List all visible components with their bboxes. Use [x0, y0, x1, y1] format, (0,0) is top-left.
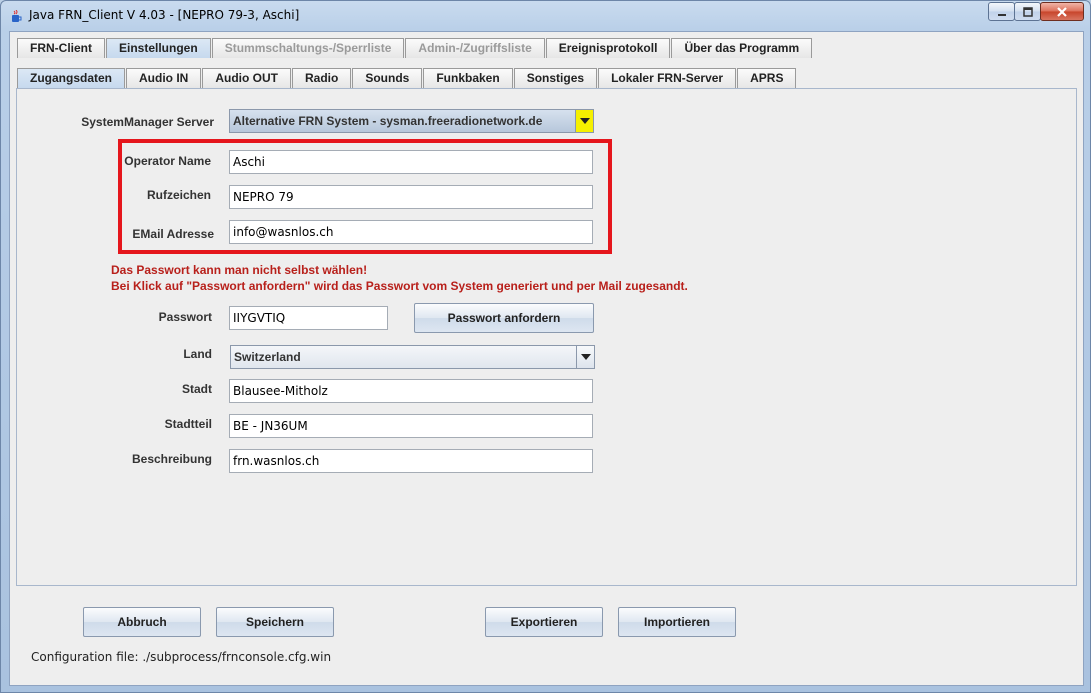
tab-lokaler-frn-server[interactable]: Lokaler FRN-Server — [598, 68, 737, 88]
tab-sounds[interactable]: Sounds — [352, 68, 423, 88]
description-label: Beschreibung — [131, 452, 212, 466]
client-area: FRN-Client Einstellungen Stummschaltungs… — [9, 31, 1084, 686]
app-window: Java FRN_Client V 4.03 - [NEPRO 79-3, As… — [0, 0, 1091, 693]
chevron-down-icon[interactable] — [576, 346, 594, 368]
password-label: Passwort — [158, 310, 212, 324]
city-label: Stadt — [182, 382, 212, 396]
export-button[interactable]: Exportieren — [485, 607, 603, 637]
password-field[interactable]: IIYGVTIQ — [229, 306, 388, 330]
country-label: Land — [183, 347, 212, 361]
tab-funkbaken[interactable]: Funkbaken — [423, 68, 513, 88]
chevron-down-icon[interactable] — [575, 110, 593, 132]
district-field[interactable]: BE - JN36UM — [229, 414, 593, 438]
tab-zugangsdaten[interactable]: Zugangsdaten — [17, 68, 126, 88]
tab-radio[interactable]: Radio — [292, 68, 352, 88]
settings-tab-bar: Zugangsdaten Audio IN Audio OUT Radio So… — [17, 68, 797, 89]
callsign-field[interactable]: NEPRO 79 — [229, 185, 593, 209]
tab-frn-client[interactable]: FRN-Client — [17, 38, 105, 58]
title-bar[interactable]: Java FRN_Client V 4.03 - [NEPRO 79-3, As… — [1, 1, 1090, 31]
sysman-selected-value: Alternative FRN System - sysman.freeradi… — [233, 114, 543, 128]
zugangsdaten-panel: SystemManager Server Alternative FRN Sys… — [16, 88, 1077, 586]
city-field[interactable]: Blausee-Mitholz — [229, 379, 593, 403]
request-password-button[interactable]: Passwort anfordern — [414, 303, 594, 333]
tab-ueber-das-programm[interactable]: Über das Programm — [671, 38, 813, 58]
district-label: Stadtteil — [164, 417, 212, 431]
email-label: EMail Adresse — [132, 227, 214, 241]
password-warning-line1: Das Passwort kann man nicht selbst wähle… — [111, 263, 368, 277]
import-button[interactable]: Importieren — [618, 607, 736, 637]
config-file-path: Configuration file: ./subprocess/frncons… — [31, 650, 332, 664]
maximize-icon[interactable] — [1014, 2, 1041, 21]
callsign-label: Rufzeichen — [146, 188, 211, 202]
java-cup-icon — [12, 10, 22, 22]
window-title: Java FRN_Client V 4.03 - [NEPRO 79-3, As… — [29, 8, 300, 22]
main-tab-bar: FRN-Client Einstellungen Stummschaltungs… — [17, 38, 813, 59]
save-button[interactable]: Speichern — [216, 607, 334, 637]
operator-name-field[interactable]: Aschi — [229, 150, 593, 174]
operator-name-label: Operator Name — [124, 154, 211, 168]
close-icon[interactable] — [1040, 2, 1084, 21]
minimize-icon[interactable] — [988, 2, 1015, 21]
tab-audio-in[interactable]: Audio IN — [126, 68, 202, 88]
tab-aprs[interactable]: APRS — [737, 68, 797, 88]
country-selected-value: Switzerland — [234, 350, 301, 364]
tab-stummschaltungs-sperrliste[interactable]: Stummschaltungs-/Sperrliste — [211, 38, 405, 58]
cancel-button[interactable]: Abbruch — [83, 607, 201, 637]
country-select[interactable]: Switzerland — [230, 345, 595, 369]
tab-admin-zugriffsliste[interactable]: Admin-/Zugriffsliste — [405, 38, 545, 58]
sysman-label: SystemManager Server — [81, 115, 214, 129]
tab-ereignisprotokoll[interactable]: Ereignisprotokoll — [545, 38, 671, 58]
tab-audio-out[interactable]: Audio OUT — [202, 68, 291, 88]
tab-sonstiges[interactable]: Sonstiges — [513, 68, 598, 88]
email-field[interactable]: info@wasnlos.ch — [229, 220, 593, 244]
window-controls — [988, 2, 1084, 22]
description-field[interactable]: frn.wasnlos.ch — [229, 449, 593, 473]
password-warning-line2: Bei Klick auf "Passwort anfordern" wird … — [111, 279, 688, 293]
sysman-select[interactable]: Alternative FRN System - sysman.freeradi… — [229, 109, 594, 133]
tab-einstellungen[interactable]: Einstellungen — [106, 38, 211, 58]
